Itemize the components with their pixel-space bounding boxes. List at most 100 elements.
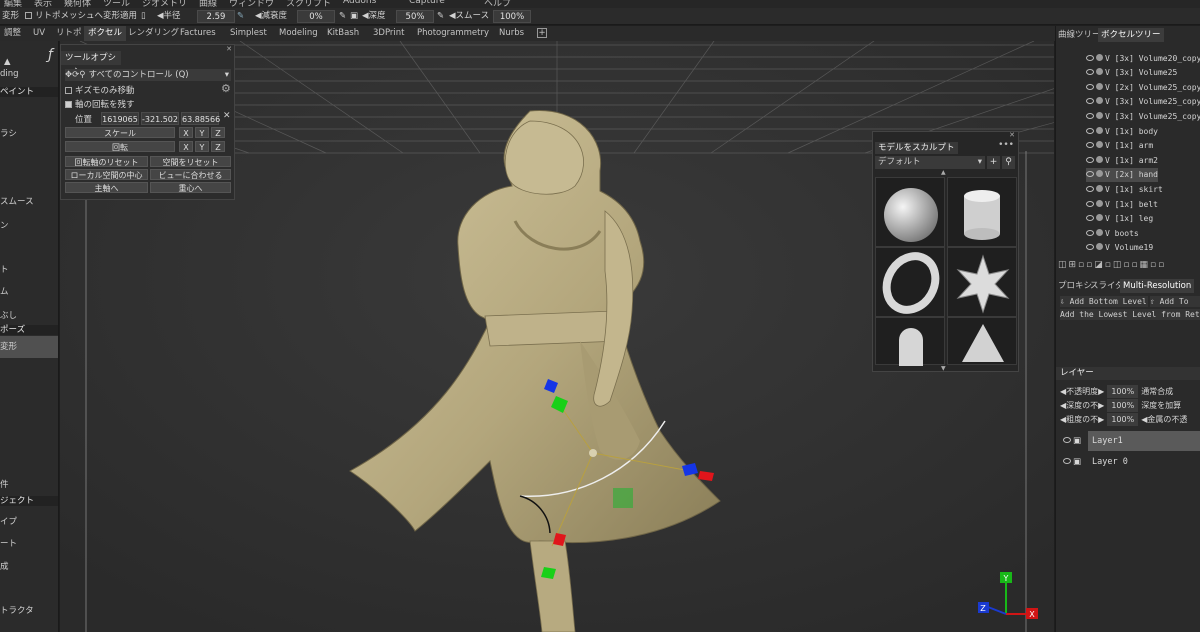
eye-icon[interactable] (1086, 142, 1094, 148)
eye-icon[interactable] (1086, 69, 1094, 75)
tab-factures[interactable]: Factures (180, 26, 216, 41)
tree-action-icons[interactable]: ◫⊞▫▫◪▫◫▫▫▦▫▫ (1058, 259, 1166, 271)
menu-item[interactable]: スクリプト (286, 0, 331, 8)
eye-icon[interactable] (1086, 128, 1094, 134)
eye-icon[interactable] (1063, 458, 1071, 464)
tab-voxel-tree[interactable]: ボクセルツリー (1098, 28, 1164, 42)
visibility-dot-icon[interactable] (1096, 229, 1103, 236)
tree-item[interactable]: V Volume19 (1086, 241, 1153, 255)
more-icon[interactable]: ••• (998, 140, 1014, 150)
gizmo-plane-handle[interactable] (613, 488, 633, 508)
eye-icon[interactable] (1086, 230, 1094, 236)
collapse-icon[interactable]: ▲ (4, 57, 11, 67)
local-center-button[interactable]: ローカル空間の中心 (65, 169, 148, 180)
tab-photogrammetry[interactable]: Photogrammetry (417, 26, 489, 41)
layer-row[interactable]: ▣ Layer1 (1060, 431, 1200, 451)
add-bottom-level-button[interactable]: ⇩ Add Bottom Level (1060, 296, 1148, 307)
shape-cone[interactable] (947, 317, 1017, 365)
tree-item[interactable]: V [1x] leg (1086, 212, 1153, 226)
smooth-field[interactable]: 100% (493, 10, 531, 23)
visibility-dot-icon[interactable] (1096, 243, 1103, 250)
rotate-y-button[interactable]: Y (195, 141, 209, 152)
tab-retopo[interactable]: リトポ (56, 26, 82, 41)
position-y-field[interactable]: -321.502 (141, 112, 179, 125)
falloff-field[interactable]: 0% (297, 10, 335, 23)
add-icon[interactable]: + (987, 156, 1000, 169)
layer-row[interactable]: ▣ Layer 0 (1060, 452, 1200, 472)
depth-opacity-field[interactable]: 100% (1107, 399, 1139, 412)
tree-item[interactable]: V [2x] Volume25_copy (1086, 81, 1200, 95)
rotate-x-button[interactable]: X (179, 141, 193, 152)
close-icon[interactable]: ✕ (223, 111, 231, 121)
menu-item[interactable]: ツール (103, 0, 130, 8)
retopo-mesh-deform-checkbox[interactable]: リトポメッシュへ変形適用 (25, 8, 137, 25)
depth-opacity-row[interactable]: ◀深度の不▶ 100% 深度を加算 (1060, 399, 1181, 412)
eye-icon[interactable] (1086, 215, 1094, 221)
preset-dropdown[interactable]: デフォルト ▾ (875, 156, 985, 169)
tool-item-smooth[interactable]: スムース (0, 195, 34, 207)
tab-kitbash[interactable]: KitBash (327, 26, 359, 41)
scale-z-button[interactable]: Z (211, 127, 225, 138)
close-icon[interactable]: ✕ (1009, 131, 1015, 139)
controls-dropdown[interactable]: ✥⟳⚲ すべてのコントロール (Q) ▾ (65, 69, 231, 81)
tool-item-deform[interactable]: 変形 (0, 336, 58, 358)
tool-item[interactable]: 成 (0, 560, 9, 572)
shape-torus[interactable] (875, 247, 945, 317)
layer-name[interactable]: Layer 0 (1088, 452, 1128, 472)
tab-nurbs[interactable]: Nurbs (499, 26, 524, 41)
roughness-opacity-field[interactable]: 100% (1107, 413, 1139, 426)
tool-item[interactable]: ぶし (0, 309, 17, 321)
add-tab-icon[interactable]: + (537, 28, 547, 38)
tree-item[interactable]: V [1x] arm2 (1086, 154, 1158, 168)
menu-item[interactable]: Capture (409, 0, 445, 6)
visibility-dot-icon[interactable] (1096, 127, 1103, 134)
tree-item-selected[interactable]: V [2x] hand (1086, 168, 1158, 182)
gizmo-only-move-checkbox[interactable]: ギズモのみ移動 (65, 84, 135, 96)
tab-proxy[interactable]: プロキシ (1058, 279, 1092, 293)
blend-mode[interactable]: 通常合成 (1141, 387, 1173, 396)
tool-item[interactable]: 件 (0, 478, 9, 490)
tab-uv[interactable]: UV (33, 26, 45, 41)
shape-sphere[interactable] (875, 177, 945, 247)
tree-item[interactable]: V [1x] arm (1086, 139, 1153, 153)
tab-simplest[interactable]: Simplest (230, 26, 267, 41)
tool-item[interactable]: ding (0, 69, 19, 79)
keep-axis-rotation-checkbox[interactable]: 軸の回転を残す (65, 98, 135, 110)
depth-mode[interactable]: 深度を加算 (1141, 401, 1181, 410)
visibility-dot-icon[interactable] (1096, 83, 1103, 90)
depth-field[interactable]: 50% (396, 10, 434, 23)
tool-item[interactable]: ト (0, 263, 9, 275)
eye-icon[interactable] (1086, 157, 1094, 163)
tab-render[interactable]: レンダリング (128, 26, 179, 41)
layer-name[interactable]: Layer1 (1088, 431, 1200, 451)
eye-icon[interactable] (1086, 201, 1094, 207)
scale-y-button[interactable]: Y (195, 127, 209, 138)
tree-item[interactable]: V [3x] Volume25_copy (1086, 95, 1200, 109)
add-lowest-level-button[interactable]: Add the Lowest Level from Retopo (1060, 309, 1200, 320)
rotate-button[interactable]: 回転 (65, 141, 175, 152)
close-icon[interactable]: ✕ (226, 45, 232, 53)
tab-multi-resolution[interactable]: Multi-Resolution (1120, 279, 1195, 293)
tree-item[interactable]: V [1x] skirt (1086, 183, 1163, 197)
roughness-opacity-row[interactable]: ◀粗度の不▶ 100% ◀金属の不透 (1060, 413, 1187, 426)
tree-item[interactable]: V boots (1086, 227, 1139, 241)
tree-item[interactable]: V [1x] belt (1086, 198, 1158, 212)
search-icon[interactable]: ⚲ (1002, 156, 1015, 169)
menu-item[interactable]: Addons (343, 0, 376, 6)
scale-button[interactable]: スケール (65, 127, 175, 138)
eye-icon[interactable] (1086, 171, 1094, 177)
shape-cylinder[interactable] (947, 177, 1017, 247)
reset-rotation-axis-button[interactable]: 回転軸のリセット (65, 156, 148, 167)
fit-view-button[interactable]: ビューに合わせる (150, 169, 231, 180)
eye-icon[interactable] (1086, 84, 1094, 90)
position-z-field[interactable]: 63.88566 (181, 112, 220, 125)
tool-item[interactable]: イプ (0, 515, 17, 527)
scroll-up-icon[interactable]: ▲ (941, 169, 946, 176)
tool-item[interactable]: ン (0, 219, 9, 231)
eye-icon[interactable] (1086, 98, 1094, 104)
visibility-dot-icon[interactable] (1096, 214, 1103, 221)
lock-icon[interactable]: ▣ (1073, 436, 1081, 446)
visibility-dot-icon[interactable] (1096, 97, 1103, 104)
gear-icon[interactable]: ⚙ (221, 82, 231, 95)
menu-item[interactable]: 曲線 (199, 0, 217, 8)
